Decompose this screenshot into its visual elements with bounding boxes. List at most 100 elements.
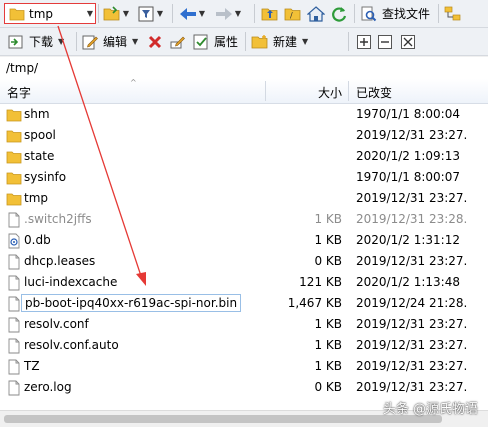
file-row[interactable]: resolv.conf.auto 1 KB 2019/12/31 23:27... <box>0 335 488 356</box>
forward-arrow-icon <box>214 4 234 24</box>
home-icon <box>306 4 326 24</box>
file-row[interactable]: shm 1970/1/1 8:00:04 <box>0 104 488 125</box>
file-name: luci-indexcache <box>24 275 118 289</box>
file-size: 1 KB <box>314 317 342 331</box>
file-name: spool <box>24 128 56 142</box>
rename-button[interactable] <box>168 31 188 52</box>
open-folder-icon <box>102 4 122 24</box>
file-modified: 2019/12/31 23:27... <box>356 317 468 331</box>
file-size: 1 KB <box>314 338 342 352</box>
file-row[interactable]: pb-boot-ipq40xx-r619ac-spi-nor.bin 1,467 … <box>0 293 488 314</box>
file-row[interactable]: state 2020/1/2 1:09:13 <box>0 146 488 167</box>
plus-square-icon <box>354 32 374 52</box>
edit-label: 编辑 <box>103 35 128 49</box>
file-modified: 2020/1/2 1:09:13 <box>356 149 460 163</box>
file-row[interactable]: zero.log 0 KB 2019/12/31 23:27... <box>0 377 488 398</box>
file-size: 121 KB <box>299 275 342 289</box>
current-path: /tmp/ <box>6 61 39 75</box>
find-files-icon <box>359 4 379 24</box>
column-size-header[interactable]: 大小 <box>318 84 342 101</box>
file-row[interactable]: sysinfo 1970/1/1 8:00:07 <box>0 167 488 188</box>
chevron-down-icon[interactable]: ▼ <box>234 9 242 18</box>
scrollbar-thumb[interactable] <box>4 415 442 423</box>
file-modified: 2019/12/31 23:27... <box>356 338 468 352</box>
tree-view-button[interactable] <box>443 3 463 24</box>
root-folder-button[interactable]: / <box>283 3 303 24</box>
file-size: 1 KB <box>314 359 342 373</box>
chevron-down-icon[interactable]: ▼ <box>57 37 65 46</box>
file-name: .switch2jffs <box>24 212 92 226</box>
invert-selection-button[interactable] <box>398 31 418 52</box>
file-name: zero.log <box>24 380 72 394</box>
download-label: 下载 <box>29 35 54 49</box>
properties-button[interactable]: 属性 <box>191 31 238 52</box>
path-bar[interactable]: /tmp/ <box>0 57 488 80</box>
download-button[interactable]: 下载 ▼ <box>6 31 65 52</box>
file-name: sysinfo <box>24 170 67 184</box>
file-modified: 2020/1/2 1:13:48 <box>356 275 460 289</box>
location-dropdown[interactable]: tmp ▼ <box>4 3 96 24</box>
back-arrow-icon <box>178 4 198 24</box>
delete-button[interactable] <box>145 31 165 52</box>
file-row[interactable]: spool 2019/12/31 23:27... <box>0 125 488 146</box>
column-header: 名字 ^ 大小 已改变 <box>0 78 488 104</box>
file-modified: 2019/12/31 23:27... <box>356 380 468 394</box>
folder-icon <box>6 149 22 165</box>
file-row[interactable]: dhcp.leases 0 KB 2019/12/31 23:27... <box>0 251 488 272</box>
file-row[interactable]: 0.db 1 KB 2020/1/2 1:31:12 <box>0 230 488 251</box>
tree-view-icon <box>443 4 463 24</box>
column-name-header[interactable]: 名字 <box>7 84 31 101</box>
chevron-down-icon[interactable]: ▼ <box>301 37 309 46</box>
file-icon <box>6 275 22 291</box>
chevron-down-icon[interactable]: ▼ <box>131 37 139 46</box>
refresh-button[interactable] <box>329 3 349 24</box>
file-modified: 2019/12/31 23:27... <box>356 128 468 142</box>
forward-button[interactable]: ▼ <box>214 3 242 24</box>
parent-folder-button[interactable] <box>260 3 280 24</box>
file-row[interactable]: resolv.conf 1 KB 2019/12/31 23:27... <box>0 314 488 335</box>
chevron-down-icon[interactable]: ▼ <box>198 9 206 18</box>
chevron-down-icon[interactable]: ▼ <box>156 9 164 18</box>
chevron-down-icon[interactable]: ▼ <box>122 9 130 18</box>
file-modified: 1970/1/1 8:00:04 <box>356 107 460 121</box>
unselect-button[interactable] <box>375 31 395 52</box>
back-button[interactable]: ▼ <box>178 3 206 24</box>
edit-button[interactable]: 编辑 ▼ <box>80 31 139 52</box>
new-button[interactable]: 新建 ▼ <box>250 31 309 52</box>
column-divider[interactable] <box>348 81 349 101</box>
file-icon <box>6 296 22 312</box>
parent-folder-icon <box>260 4 280 24</box>
file-modified: 2019/12/24 21:28... <box>356 296 468 310</box>
folder-icon <box>6 107 22 123</box>
folder-icon <box>6 191 22 207</box>
file-name: pb-boot-ipq40xx-r619ac-spi-nor.bin <box>21 294 242 312</box>
toolbar-separator <box>172 4 173 23</box>
file-name: dhcp.leases <box>24 254 96 268</box>
properties-icon <box>191 32 211 52</box>
folder-icon <box>6 170 22 186</box>
filter-button[interactable]: ▼ <box>136 3 164 24</box>
folder-icon <box>6 128 22 144</box>
file-icon <box>6 254 22 270</box>
file-row[interactable]: luci-indexcache 121 KB 2020/1/2 1:13:48 <box>0 272 488 293</box>
file-row[interactable]: TZ 1 KB 2019/12/31 23:27... <box>0 356 488 377</box>
file-name: resolv.conf.auto <box>24 338 119 352</box>
column-divider[interactable] <box>265 81 266 101</box>
delete-icon <box>145 32 165 52</box>
new-label: 新建 <box>273 35 298 49</box>
column-modified-header[interactable]: 已改变 <box>356 84 392 101</box>
file-list[interactable]: shm 1970/1/1 8:00:04 spool 2019/12/31 23:27… <box>0 104 488 410</box>
file-toolbar: 下载 ▼ 编辑 ▼ 属性 新建 ▼ <box>0 28 488 56</box>
rename-icon <box>168 32 188 52</box>
home-button[interactable] <box>306 3 326 24</box>
location-value: tmp <box>29 6 54 21</box>
toolbar-separator <box>438 4 439 23</box>
open-folder-button[interactable]: ▼ <box>102 3 130 24</box>
find-files-button[interactable]: 查找文件 <box>359 3 430 24</box>
file-modified: 2019/12/31 23:27... <box>356 254 468 268</box>
file-row[interactable]: tmp 2019/12/31 23:27... <box>0 188 488 209</box>
select-all-button[interactable] <box>354 31 374 52</box>
toolbar-separator <box>348 32 349 51</box>
folder-icon <box>9 8 25 20</box>
file-row[interactable]: .switch2jffs 1 KB 2019/12/31 23:28... <box>0 209 488 230</box>
